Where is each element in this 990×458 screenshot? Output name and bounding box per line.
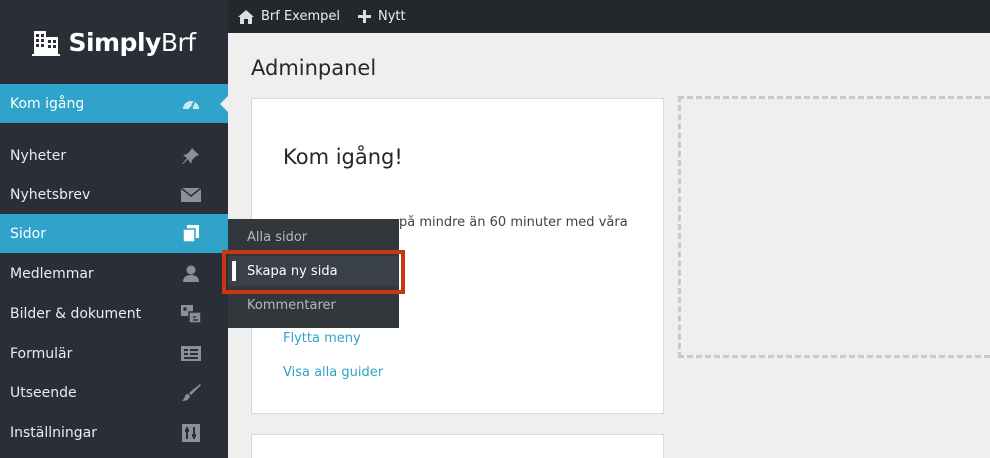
new-label: Nytt	[378, 9, 406, 24]
view-all-guides-link[interactable]: Visa alla guider	[283, 365, 383, 380]
sidebar-item-label: Medlemmar	[10, 265, 94, 282]
building-icon	[32, 31, 61, 56]
sidebar-item-utseende[interactable]: Utseende	[0, 373, 228, 412]
sidebar-item-sidor[interactable]: Sidor	[0, 214, 228, 253]
logo[interactable]: SimplyBrf	[0, 0, 228, 84]
envelope-icon	[181, 186, 201, 204]
submenu-item-comments[interactable]: Kommentarer	[228, 290, 399, 320]
secondary-card	[251, 434, 664, 458]
site-name: Brf Exempel	[261, 9, 341, 24]
brush-icon	[181, 383, 201, 402]
sidebar-item-label: Sidor	[10, 225, 46, 242]
sidebar-item-label: Nyheter	[10, 147, 67, 164]
user-icon	[181, 265, 201, 283]
pages-icon	[181, 225, 201, 243]
sidebar-item-nyheter[interactable]: Nyheter	[0, 136, 228, 175]
card-title: Kom igång!	[283, 145, 403, 169]
widget-dropzone[interactable]	[678, 96, 990, 358]
admin-toolbar: Brf Exempel Nytt	[228, 0, 990, 33]
sidebar-item-installningar[interactable]: Inställningar	[0, 413, 228, 452]
home-icon	[238, 9, 254, 24]
media-icon	[181, 304, 201, 323]
sidebar-item-label: Utseende	[10, 384, 77, 401]
plus-icon	[358, 10, 372, 23]
move-menu-link[interactable]: Flytta meny	[283, 331, 361, 346]
sidebar-item-label: Formulär	[10, 345, 73, 362]
settings-icon	[181, 423, 201, 442]
sidebar-item-kom-igang[interactable]: Kom igång	[0, 84, 228, 123]
dashboard-icon	[181, 95, 201, 113]
sidebar-item-nyhetsbrev[interactable]: Nyhetsbrev	[0, 175, 228, 214]
sidebar-item-formular[interactable]: Formulär	[0, 334, 228, 373]
sidebar-item-label: Kom igång	[10, 95, 85, 112]
sidebar-item-label: Bilder & dokument	[10, 305, 142, 322]
sidebar-item-medlemmar[interactable]: Medlemmar	[0, 254, 228, 293]
sidebar-item-bilder-dokument[interactable]: Bilder & dokument	[0, 294, 228, 333]
site-home-link[interactable]: Brf Exempel	[238, 9, 340, 24]
sidebar-item-label: Inställningar	[10, 424, 98, 441]
pages-submenu: Alla sidor Skapa ny sida Kommentarer	[228, 219, 399, 328]
submenu-item-new-page[interactable]: Skapa ny sida	[228, 256, 399, 286]
new-content-button[interactable]: Nytt	[358, 9, 406, 24]
sidebar: SimplyBrf Kom igång Nyheter Nyhetsbrev S…	[0, 0, 228, 458]
logo-text: SimplyBrf	[68, 27, 196, 57]
page-title: Adminpanel	[251, 56, 377, 80]
submenu-item-all-pages[interactable]: Alla sidor	[228, 222, 399, 252]
pin-icon	[181, 147, 201, 165]
sidebar-item-label: Nyhetsbrev	[10, 186, 91, 203]
form-icon	[181, 345, 201, 363]
